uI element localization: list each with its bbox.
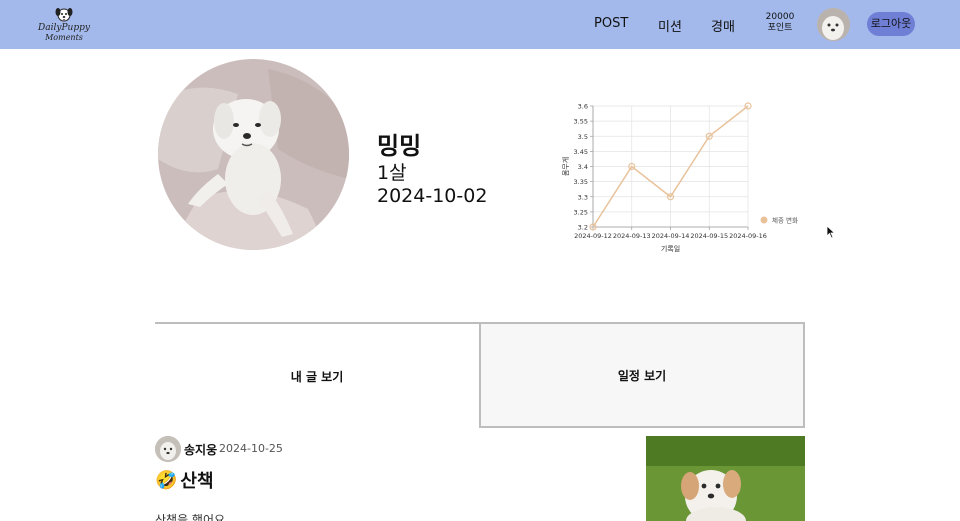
y-tick-label: 3.25	[574, 208, 588, 216]
weight-chart: 3.6 3.55 3.5 3.45 3.4 3.35 3.3 3.25 3.2 2024-09-1…	[560, 96, 810, 261]
legend-label: 체중 변화	[772, 217, 798, 225]
pet-name: 밍밍	[377, 132, 422, 160]
y-tick-label: 3.3	[578, 193, 588, 201]
x-tick-label: 2024-09-16	[729, 232, 767, 240]
nav-auction-link[interactable]: 경매	[711, 16, 735, 35]
tab-schedule[interactable]: 일정 보기	[479, 324, 805, 428]
x-tick-label: 2024-09-13	[613, 232, 651, 240]
logo-text-line1: DailyPuppy	[38, 23, 90, 33]
tab-my-posts[interactable]: 내 글 보기	[155, 324, 479, 428]
top-navbar: DailyPuppy Moments POST 미션 경매 20000 포인트 …	[0, 0, 960, 49]
post-author-avatar[interactable]	[155, 436, 181, 462]
points-value: 20000	[765, 12, 795, 22]
legend-marker	[760, 216, 768, 224]
pet-age: 1살	[377, 162, 407, 184]
post-title[interactable]: 🤣 산책	[155, 467, 214, 493]
author-avatar-image	[155, 436, 181, 462]
x-tick-label: 2024-09-14	[652, 232, 690, 240]
logout-button[interactable]: 로그아웃	[867, 12, 915, 36]
post-body: 산책을 했어요	[155, 513, 226, 521]
user-avatar[interactable]	[817, 8, 850, 41]
mouse-cursor-icon	[826, 224, 836, 243]
x-axis-label: 기록일	[661, 244, 680, 253]
y-tick-label: 3.35	[574, 178, 588, 186]
points-display: 20000 포인트	[760, 12, 800, 34]
pet-profile-photo	[158, 59, 349, 250]
weight-chart-svg: 3.63.553.53.453.43.353.33.253.22024-09-1…	[561, 102, 798, 253]
x-tick-label: 2024-09-12	[574, 232, 612, 240]
pet-birthday: 2024-10-02	[377, 185, 488, 207]
profile-tabs: 내 글 보기 일정 보기	[155, 322, 805, 428]
y-tick-label: 3.2	[578, 224, 588, 232]
post-thumbnail[interactable]	[646, 436, 805, 521]
avatar-dog-image	[817, 8, 850, 41]
y-tick-label: 3.55	[574, 118, 588, 126]
nav-post-link[interactable]: POST	[594, 16, 628, 31]
x-tick-label: 2024-09-15	[690, 232, 728, 240]
pet-photo-image	[158, 59, 349, 250]
y-tick-label: 3.4	[578, 163, 588, 171]
y-tick-label: 3.45	[574, 148, 588, 156]
y-axis-label: 몸무게	[561, 157, 570, 176]
post-author-name[interactable]: 송지웅	[184, 441, 217, 458]
puppy-photo-image	[646, 436, 805, 521]
brand-logo[interactable]: DailyPuppy Moments	[34, 6, 94, 46]
post-emoji: 🤣	[155, 469, 178, 491]
nav-mission-link[interactable]: 미션	[658, 16, 682, 35]
y-tick-label: 3.5	[578, 133, 588, 141]
post-date: 2024-10-25	[219, 442, 283, 455]
logo-text-line2: Moments	[45, 33, 83, 42]
points-label: 포인트	[767, 23, 793, 33]
puppy-logo-icon	[55, 8, 73, 22]
post-title-text: 산책	[180, 471, 214, 492]
y-tick-label: 3.6	[578, 103, 588, 111]
